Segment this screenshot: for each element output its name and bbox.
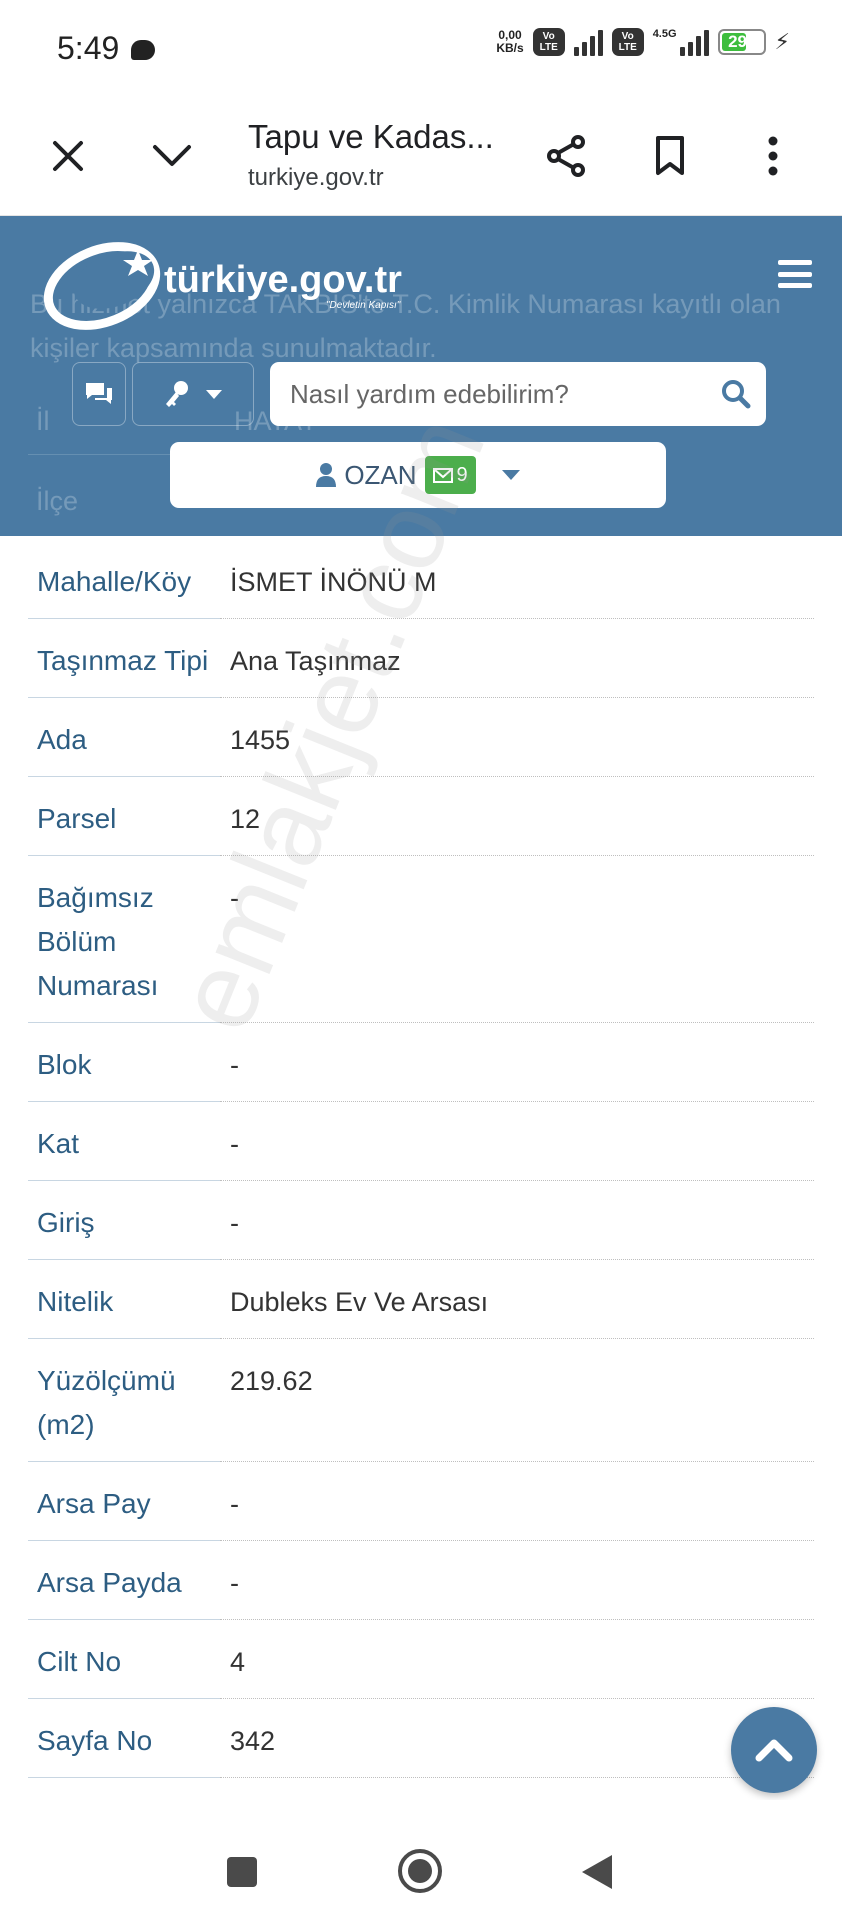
browser-toolbar: Tapu ve Kadas... turkiye.gov.tr <box>0 96 842 216</box>
table-row: Giriş - <box>28 1181 814 1260</box>
table-row: Bağımsız Bölüm Numarası - <box>28 856 814 1023</box>
signal-icon-2 <box>679 28 709 56</box>
recent-apps-button[interactable] <box>227 1857 257 1887</box>
row-value: - <box>220 1482 814 1541</box>
bookmark-icon[interactable] <box>640 126 700 186</box>
table-row: Arsa Pay - <box>28 1462 814 1541</box>
table-row: Nitelik Dubleks Ev Ve Arsası <box>28 1260 814 1339</box>
battery-icon: 29 <box>717 29 766 55</box>
row-label: Kat <box>28 1122 220 1181</box>
property-info-table: Mahalle/Köy İSMET İNÖNÜ M Taşınmaz Tipi … <box>28 540 814 1778</box>
home-button[interactable] <box>398 1849 442 1893</box>
row-label: Arsa Payda <box>28 1561 220 1620</box>
caret-down-icon <box>206 389 222 399</box>
row-value: 342 <box>220 1719 814 1778</box>
background-row-il: İl HATAY <box>36 406 318 437</box>
page-title: Tapu ve Kadas... <box>248 118 494 155</box>
scroll-to-top-button[interactable] <box>731 1707 817 1793</box>
more-options-icon[interactable] <box>743 126 803 186</box>
table-row: Parsel 12 <box>28 777 814 856</box>
table-row: Kat - <box>28 1102 814 1181</box>
caret-down-icon <box>501 470 520 480</box>
row-label: Sayfa No <box>28 1719 220 1778</box>
table-row: Blok - <box>28 1023 814 1102</box>
row-label: Giriş <box>28 1201 220 1260</box>
search-box <box>270 362 766 426</box>
hamburger-menu-icon[interactable] <box>778 260 812 288</box>
status-bar: 5:49 0,00 KB/s Vo LTE Vo LTE 4.5G 29 ⚡ <box>0 0 842 96</box>
row-label: Nitelik <box>28 1280 220 1339</box>
row-value: 4 <box>220 1640 814 1699</box>
table-row: Yüzölçümü (m2) 219.62 <box>28 1339 814 1462</box>
row-label: Blok <box>28 1043 220 1102</box>
row-label: Cilt No <box>28 1640 220 1699</box>
search-icon[interactable] <box>720 378 752 410</box>
row-label: Yüzölçümü (m2) <box>28 1359 220 1462</box>
volte-icon-2: Vo LTE <box>611 28 644 56</box>
background-row-il-label: İl <box>36 406 50 436</box>
table-row: Cilt No 4 <box>28 1620 814 1699</box>
row-value: Dubleks Ev Ve Arsası <box>220 1280 814 1339</box>
turkiye-gov-logo[interactable]: türkiye.gov.tr "Devletin Kapısı" <box>40 228 440 338</box>
key-icon <box>166 381 188 407</box>
chevron-down-icon[interactable] <box>142 126 202 186</box>
logo-text: türkiye.gov.tr <box>164 259 402 301</box>
table-row: Arsa Payda - <box>28 1541 814 1620</box>
volte-icon: Vo LTE <box>532 28 565 56</box>
data-speed: 0,00 KB/s <box>496 29 523 55</box>
row-value: - <box>220 1122 814 1181</box>
row-label: Ada <box>28 718 220 777</box>
share-icon[interactable] <box>536 126 596 186</box>
login-options-button[interactable] <box>132 362 254 426</box>
table-row: Ada 1455 <box>28 698 814 777</box>
row-value: - <box>220 1201 814 1260</box>
signal-icon <box>573 28 603 56</box>
battery-level: 29 <box>728 32 747 51</box>
page-url: turkiye.gov.tr <box>248 164 384 191</box>
row-value: 219.62 <box>220 1359 814 1462</box>
logo-tagline: "Devletin Kapısı" <box>326 300 401 311</box>
row-label: Mahalle/Köy <box>28 560 220 619</box>
user-icon <box>316 463 337 487</box>
background-row-ilce: İlçe <box>36 486 79 516</box>
search-input[interactable] <box>290 378 710 410</box>
row-label: Parsel <box>28 797 220 856</box>
chat-notification-icon <box>131 40 155 60</box>
status-indicators: 0,00 KB/s Vo LTE Vo LTE 4.5G 29 ⚡ <box>496 28 790 56</box>
row-label: Arsa Pay <box>28 1482 220 1541</box>
charging-icon: ⚡ <box>774 29 790 54</box>
row-value: - <box>220 1043 814 1102</box>
android-nav-bar <box>0 1800 842 1920</box>
data-speed-unit: KB/s <box>496 41 524 55</box>
chat-button[interactable] <box>72 362 126 426</box>
chat-icon <box>86 383 112 404</box>
close-icon[interactable] <box>38 126 98 186</box>
table-row: Sayfa No 342 <box>28 1699 814 1778</box>
row-value: - <box>220 1561 814 1620</box>
back-button[interactable] <box>582 1855 612 1889</box>
network-type: 4.5G <box>652 28 677 40</box>
row-label: Taşınmaz Tipi <box>28 639 220 698</box>
chevron-up-icon <box>755 1739 793 1762</box>
status-time: 5:49 <box>57 30 120 66</box>
